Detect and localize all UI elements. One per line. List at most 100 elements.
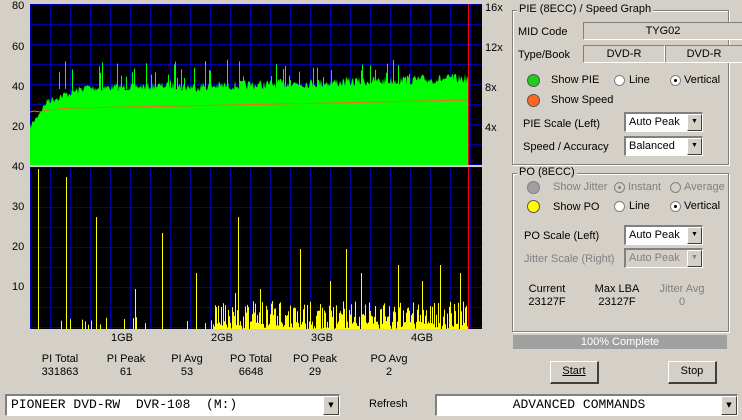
progress-bar: 100% Complete [513,335,727,349]
jitter-avg-label: Jitter Avg [659,283,705,295]
show-pie-label[interactable]: Show PIE [551,74,599,86]
pi-avg-stat: PI Avg 53 [157,353,217,379]
pie-line-radio[interactable] [614,75,625,86]
speed-axis-right-3: 4x [485,122,497,134]
type-book-label: Type/Book [518,49,570,61]
chevron-down-icon[interactable]: ▼ [687,227,702,244]
chevron-down-icon[interactable]: ▼ [687,114,702,131]
po-axis-left-0: 40 [12,161,25,173]
po-color-swatch[interactable] [527,200,540,213]
pie-line-label[interactable]: Line [629,74,650,86]
pie-axis-left-2: 40 [12,81,25,93]
jitter-instant-radio [614,182,625,193]
advanced-commands-select[interactable]: ADVANCED COMMANDS ▼ [435,394,738,416]
start-button[interactable]: Start [550,361,599,384]
current-lba-stat: Current 23127F [517,283,577,309]
pi-total-label: PI Total [41,353,79,365]
pi-peak-stat: PI Peak 61 [96,353,156,379]
stop-button-label: Stop [680,365,704,377]
max-lba-label: Max LBA [594,283,640,295]
pie-scale-value: Auto Peak [629,116,680,128]
speed-accuracy-label: Speed / Accuracy [523,141,609,153]
start-button-label: Start [562,365,586,377]
po-peak-stat: PO Peak 29 [285,353,345,379]
pi-peak-value: 61 [119,366,133,378]
pie-area [30,73,468,165]
po-line-label[interactable]: Line [629,200,650,212]
pi-avg-value: 53 [180,366,194,378]
pie-scale-label: PIE Scale (Left) [523,118,601,130]
chevron-down-icon: ▼ [687,250,702,267]
po-panel-title: PO (8ECC) [517,166,577,178]
mid-code-label: MID Code [518,26,568,38]
po-total-label: PO Total [230,353,272,365]
mid-code-field: TYG02 [583,22,742,40]
po-avg-stat: PO Avg 2 [359,353,419,379]
po-axis-left-2: 20 [12,241,25,253]
jitter-instant-label: Instant [628,181,662,193]
speed-accuracy-select[interactable]: Balanced ▼ [624,136,703,156]
pie-graph-canvas [30,4,482,165]
disc-type-field: DVD-R [583,45,665,63]
jitter-scale-value: Auto Peak [629,252,680,264]
drive-select-value: PIONEER DVD-RW DVR-108 (M:) [11,397,238,412]
po-total-stat: PO Total 6648 [221,353,281,379]
max-lba-stat: Max LBA 23127F [587,283,647,309]
po-graph-canvas [30,167,482,329]
po-axis-left-3: 10 [12,281,25,293]
x-axis-1gb: 1GB [111,332,134,344]
speed-axis-right-2: 8x [485,82,497,94]
pie-vertical-label[interactable]: Vertical [684,74,720,86]
pi-avg-label: PI Avg [171,353,203,365]
po-line-radio[interactable] [614,201,625,212]
x-axis-2gb: 2GB [211,332,234,344]
speed-axis-right-1: 12x [485,42,503,54]
progress-text: 100% Complete [580,336,660,348]
refresh-link[interactable]: Refresh [369,398,408,410]
current-value: 23127F [528,296,566,308]
pie-axis-left-0: 80 [12,0,25,12]
pie-panel-title: PIE (8ECC) / Speed Graph [517,3,654,15]
pie-color-swatch[interactable] [527,74,540,87]
pi-total-stat: PI Total 331863 [30,353,90,379]
po-scale-value: Auto Peak [629,229,680,241]
disc-book-field: DVD-R [665,45,742,63]
x-axis-4gb: 4GB [411,332,434,344]
pie-graph [30,4,482,165]
po-vertical-radio[interactable] [670,201,681,212]
po-scale-select[interactable]: Auto Peak ▼ [624,225,703,245]
po-peak-value: 29 [308,366,322,378]
show-po-label[interactable]: Show PO [553,201,599,213]
jitter-avg-stat: Jitter Avg 0 [652,283,712,309]
jitter-scale-label: Jitter Scale (Right) [524,253,615,265]
advanced-commands-value: ADVANCED COMMANDS [512,397,646,412]
drive-select[interactable]: PIONEER DVD-RW DVR-108 (M:) ▼ [5,394,340,416]
stop-button[interactable]: Stop [668,361,717,384]
speed-accuracy-value: Balanced [629,140,675,152]
progress-track: 100% Complete [513,335,727,349]
po-peak-label: PO Peak [292,353,338,365]
show-speed-label[interactable]: Show Speed [551,94,613,106]
speed-axis-right-0: 16x [485,2,503,14]
current-label: Current [528,283,566,295]
po-avg-label: PO Avg [370,353,408,365]
chevron-down-icon[interactable]: ▼ [721,396,737,415]
pi-peak-label: PI Peak [106,353,146,365]
pie-axis-left-1: 60 [12,41,25,53]
pie-vertical-radio[interactable] [670,75,681,86]
po-axis-left-1: 30 [12,201,25,213]
po-vertical-label[interactable]: Vertical [684,200,720,212]
chevron-down-icon[interactable]: ▼ [687,138,702,155]
chevron-down-icon[interactable]: ▼ [323,396,339,415]
pie-scale-select[interactable]: Auto Peak ▼ [624,112,703,132]
speed-color-swatch[interactable] [527,94,540,107]
x-axis-3gb: 3GB [311,332,334,344]
show-jitter-label: Show Jitter [553,181,608,193]
po-total-value: 6648 [238,366,264,378]
pi-total-value: 331863 [41,366,79,378]
jitter-color-swatch [527,181,540,194]
po-avg-value: 2 [385,366,393,378]
jitter-avg-value: 0 [678,296,686,308]
jitter-average-label: Average [684,181,725,193]
jitter-average-radio [670,182,681,193]
